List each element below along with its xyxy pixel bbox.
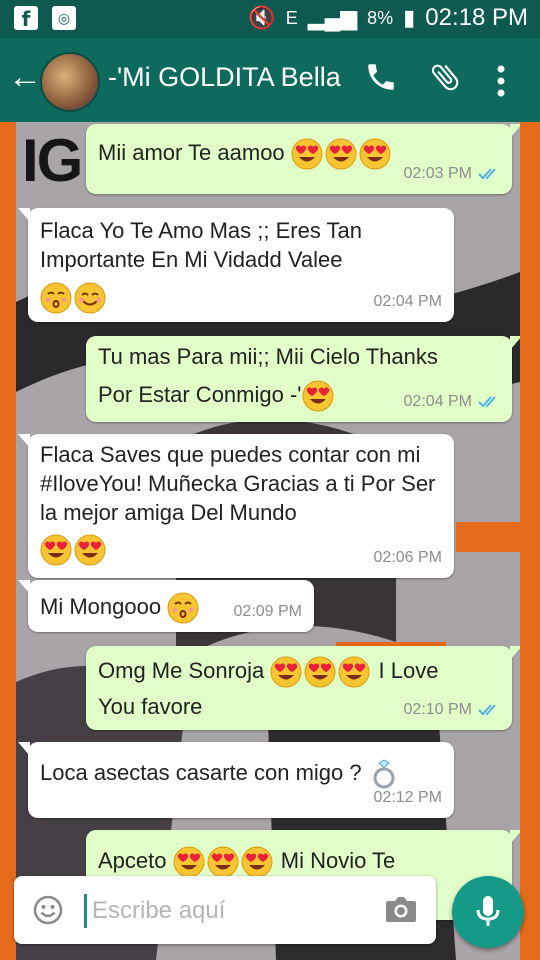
heart-eyes-emoji-icon xyxy=(338,656,370,688)
message-text: Tu mas Para mii;; Mii Cielo Thanks xyxy=(98,344,438,369)
read-ticks-icon xyxy=(478,395,500,409)
message-bubble-incoming[interactable]: Flaca Yo Te Amo Mas ;; Eres Tan Importan… xyxy=(18,208,454,322)
message-text: I Love xyxy=(378,658,439,683)
more-vert-icon[interactable] xyxy=(496,64,506,98)
heart-eyes-emoji-icon xyxy=(302,380,334,412)
heart-eyes-emoji-icon xyxy=(304,656,336,688)
kissing-emoji-icon xyxy=(167,592,199,624)
message-bubble-outgoing[interactable]: Omg Me Sonroja I Love You favore 02:10 P… xyxy=(86,646,520,730)
paperclip-icon[interactable] xyxy=(428,60,462,94)
mute-icon: 🔇 xyxy=(248,5,276,30)
message-text: Flaca Saves que puedes contar con mi #Il… xyxy=(40,442,436,525)
heart-eyes-emoji-icon xyxy=(270,656,302,688)
heart-eyes-emoji-icon xyxy=(173,846,205,878)
smiling-emoji-icon xyxy=(74,282,106,314)
message-bubble-incoming[interactable]: Flaca Saves que puedes contar con mi #Il… xyxy=(18,434,454,578)
camera-icon[interactable] xyxy=(384,894,418,924)
message-text: You favore xyxy=(98,694,203,719)
contact-name[interactable]: -'Mi GOLDITA Bella xyxy=(108,62,341,93)
message-time: 02:03 PM xyxy=(403,165,472,182)
kissing-emoji-icon xyxy=(40,282,72,314)
heart-eyes-emoji-icon xyxy=(40,534,72,566)
facebook-icon: f xyxy=(14,6,38,31)
heart-eyes-emoji-icon xyxy=(291,138,323,170)
emoji-icon[interactable] xyxy=(32,894,64,926)
back-arrow-icon[interactable]: ← xyxy=(8,60,42,94)
message-text: Apceto xyxy=(98,848,167,873)
read-ticks-icon xyxy=(478,703,500,717)
chat-header: ← -'Mi GOLDITA Bella xyxy=(0,38,540,122)
status-time: 02:18 PM xyxy=(425,4,528,31)
message-bubble-incoming[interactable]: Loca asectas casarte con migo ? 02:12 PM xyxy=(18,742,454,818)
read-ticks-icon xyxy=(478,167,500,181)
message-time: 02:04 PM xyxy=(403,393,472,410)
message-text: Por Estar Conmigo -' xyxy=(98,382,302,407)
phone-icon[interactable] xyxy=(364,60,398,94)
message-composer xyxy=(14,876,436,944)
microphone-icon xyxy=(476,896,500,926)
message-time: 02:10 PM xyxy=(403,701,472,718)
heart-eyes-emoji-icon xyxy=(207,846,239,878)
status-bar: f ◎ 🔇 E ▂▄▆ 8% ▮ 02:18 PM xyxy=(0,0,540,38)
network-e-icon: E xyxy=(285,7,298,28)
message-bubble-outgoing[interactable]: Mii amor Te aamoo 02:03 PM xyxy=(86,124,520,194)
heart-eyes-emoji-icon xyxy=(325,138,357,170)
message-input[interactable] xyxy=(90,890,384,932)
chat-area[interactable]: IG Mii amor Te aamoo 02:03 PM Flaca Yo T… xyxy=(16,122,520,960)
heart-eyes-emoji-icon xyxy=(241,846,273,878)
battery-percent: 8% xyxy=(367,7,394,28)
message-text: Mii amor Te aamoo xyxy=(98,140,285,165)
message-bubble-incoming[interactable]: Mi Mongooo 02:09 PM xyxy=(18,580,314,632)
message-text: Flaca Yo Te Amo Mas ;; Eres Tan Importan… xyxy=(40,218,363,272)
heart-eyes-emoji-icon xyxy=(359,138,391,170)
mic-button[interactable] xyxy=(452,876,524,948)
instagram-icon: ◎ xyxy=(52,6,76,30)
heart-eyes-emoji-icon xyxy=(74,534,106,566)
battery-icon: ▮ xyxy=(403,5,416,30)
message-time: 02:12 PM xyxy=(373,789,442,806)
message-text: Loca asectas casarte con migo ? xyxy=(40,760,362,785)
contact-avatar[interactable] xyxy=(40,52,100,112)
message-text: Mi Mongooo xyxy=(40,594,162,619)
message-time: 02:09 PM xyxy=(233,603,302,620)
signal-icon: ▂▄▆ xyxy=(307,5,358,30)
message-time: 02:04 PM xyxy=(373,293,442,310)
text-cursor xyxy=(84,894,87,928)
wallpaper-logo: IG xyxy=(22,127,83,194)
message-time: 02:06 PM xyxy=(373,549,442,566)
message-text: Omg Me Sonroja xyxy=(98,658,265,683)
message-text: Mi Novio Te xyxy=(280,848,396,873)
message-bubble-outgoing[interactable]: Tu mas Para mii;; Mii Cielo Thanks Por E… xyxy=(86,336,520,422)
